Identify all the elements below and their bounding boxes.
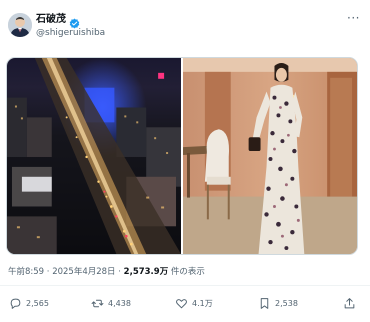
reply-button[interactable]: 2,565 <box>9 294 49 312</box>
user-handle[interactable]: @shigeruishiba <box>36 27 105 39</box>
heart-icon <box>175 297 188 310</box>
bookmark-count: 2,538 <box>275 298 298 308</box>
night-city-aerial-photo[interactable] <box>7 58 181 254</box>
woman-in-floral-dress-photo[interactable] <box>183 58 357 254</box>
repost-icon <box>91 297 104 310</box>
verified-badge-icon <box>69 14 80 29</box>
avatar[interactable] <box>8 13 32 37</box>
display-name[interactable]: 石破茂 <box>36 13 66 26</box>
post-card: 石破茂 @shigeruishiba ··· 午前8:59 · 2025年4月2… <box>0 0 370 322</box>
like-button[interactable]: 4.1万 <box>175 294 213 312</box>
view-count: 2,573.9万 <box>123 267 169 277</box>
share-icon <box>343 297 356 310</box>
bookmark-button[interactable]: 2,538 <box>258 294 298 312</box>
name-row: 石破茂 <box>36 13 80 29</box>
repost-count: 4,438 <box>108 298 131 308</box>
like-count: 4.1万 <box>192 298 213 308</box>
bookmark-icon <box>258 297 271 310</box>
view-count-suffix: 件の表示 <box>170 267 205 277</box>
action-bar: 2,565 4,438 4.1万 2,538 <box>6 294 358 312</box>
share-button[interactable] <box>343 294 356 312</box>
repost-button[interactable]: 4,438 <box>91 294 131 312</box>
reply-count: 2,565 <box>26 298 49 308</box>
more-options-button[interactable]: ··· <box>347 11 360 25</box>
post-meta: 午前8:59 · 2025年4月28日 · 2,573.9万 件の表示 <box>8 266 205 278</box>
post-time[interactable]: 午前8:59 <box>8 267 44 277</box>
post-header: 石破茂 @shigeruishiba ··· <box>8 10 362 42</box>
meta-separator-2: · <box>118 267 121 277</box>
meta-separator: · <box>46 267 50 277</box>
post-date[interactable]: 2025年4月28日 <box>52 267 115 277</box>
media-grid <box>6 57 358 255</box>
divider <box>0 285 370 286</box>
reply-icon <box>9 297 22 310</box>
